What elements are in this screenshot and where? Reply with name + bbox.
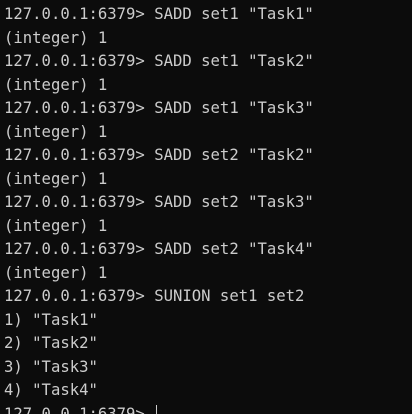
text-cursor [156, 404, 158, 414]
output-line: 4) "Task4" [4, 381, 98, 399]
output-line: (integer) 1 [4, 169, 108, 188]
command-line: 127.0.0.1:6379> SADD set1 "Task2" [4, 52, 314, 70]
terminal-window[interactable]: 127.0.0.1:6379> SADD set1 "Task1" (integ… [0, 0, 412, 414]
command-line: 127.0.0.1:6379> SADD set2 "Task3" [4, 193, 314, 211]
command-line: 127.0.0.1:6379> SADD set2 "Task4" [4, 240, 314, 258]
command-line: 127.0.0.1:6379> SADD set1 "Task1" [4, 5, 314, 23]
command-line: 127.0.0.1:6379> SADD set1 "Task3" [4, 99, 314, 117]
output-line: (integer) 1 [4, 263, 108, 282]
output-line: (integer) 1 [4, 75, 108, 94]
prompt-text: 127.0.0.1:6379> [4, 404, 155, 414]
output-line: 2) "Task2" [4, 334, 98, 352]
output-line: (integer) 1 [4, 28, 108, 47]
command-line: 127.0.0.1:6379> SUNION set1 set2 [4, 287, 305, 305]
output-line: (integer) 1 [4, 216, 108, 235]
command-line: 127.0.0.1:6379> SADD set2 "Task2" [4, 146, 314, 164]
output-line: (integer) 1 [4, 122, 108, 141]
active-prompt-line[interactable]: 127.0.0.1:6379> [4, 403, 412, 414]
output-line: 3) "Task3" [4, 357, 98, 376]
output-line: 1) "Task1" [4, 310, 98, 329]
